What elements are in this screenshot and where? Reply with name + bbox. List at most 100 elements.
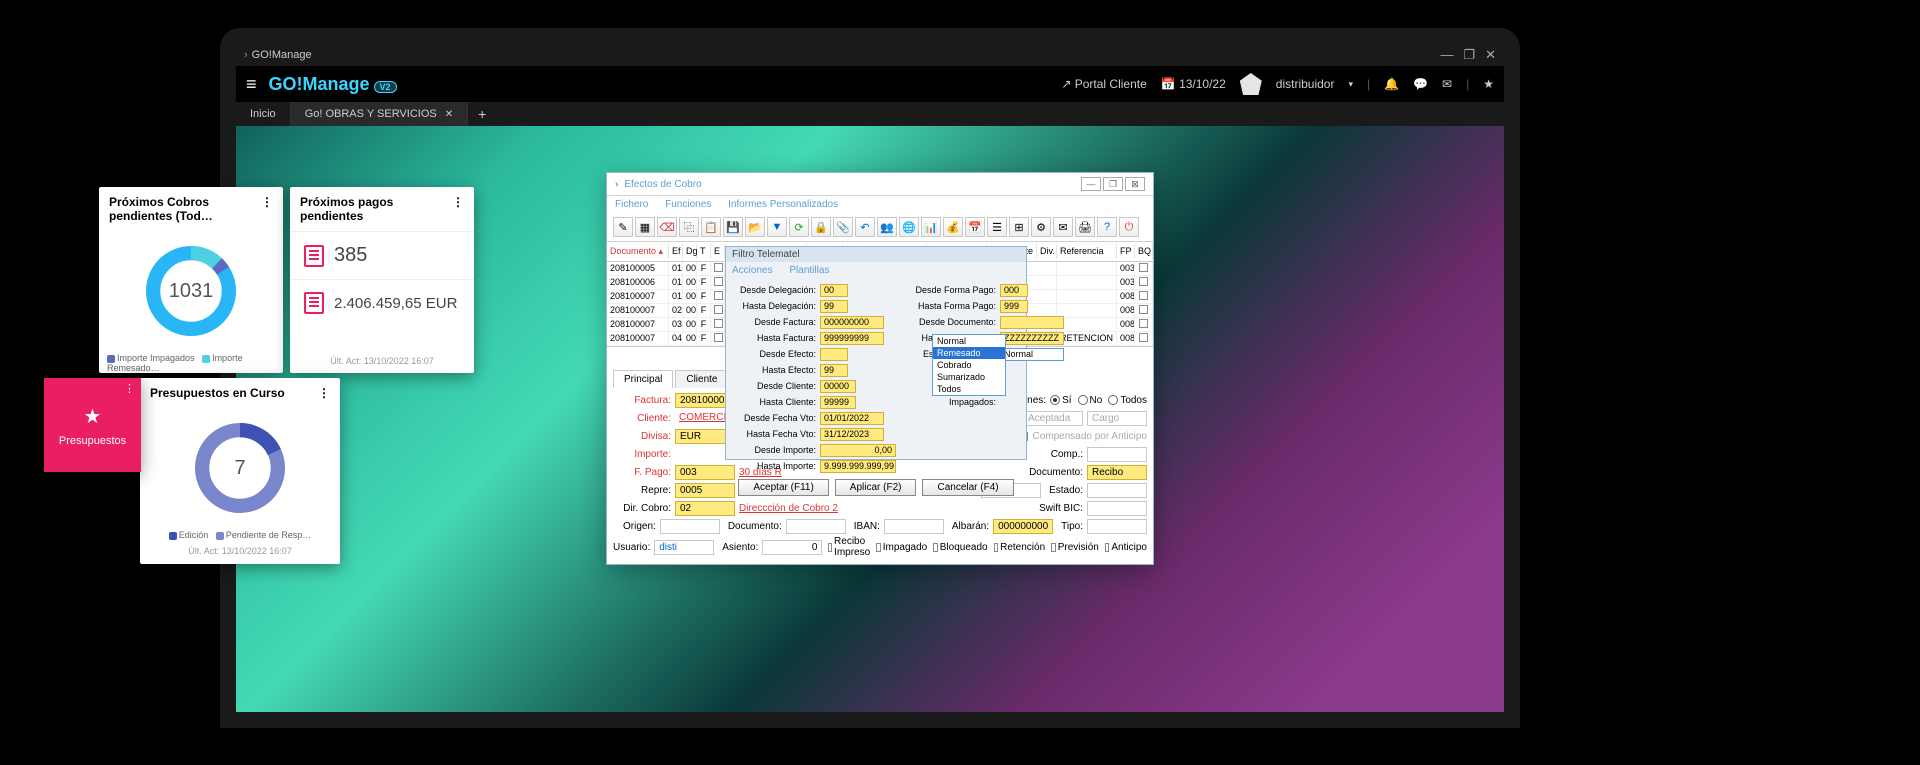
- widget-menu-icon[interactable]: ⋮: [452, 195, 464, 223]
- tile-presupuestos[interactable]: ⋮ ★ Presupuestos: [44, 378, 141, 472]
- username[interactable]: distribuidor: [1276, 77, 1335, 91]
- tab-close-icon[interactable]: ✕: [445, 109, 453, 120]
- menu-informes[interactable]: Informes Personalizados: [728, 199, 838, 210]
- field-comp[interactable]: [1087, 447, 1147, 462]
- lock-icon[interactable]: 🔒: [811, 217, 831, 237]
- field-documento2[interactable]: [786, 519, 846, 534]
- field-tipo[interactable]: [1087, 519, 1147, 534]
- col-referencia[interactable]: Referencia: [1057, 244, 1117, 259]
- date-display[interactable]: 📅 13/10/22: [1161, 77, 1226, 91]
- in-hasta-imp[interactable]: 9.999.999.999,99: [820, 460, 896, 473]
- chk-anticipo[interactable]: [1105, 543, 1110, 552]
- col-documento[interactable]: Documento ▴: [607, 244, 669, 259]
- refresh-icon[interactable]: ⟳: [789, 217, 809, 237]
- calendar-icon[interactable]: 📅: [965, 217, 985, 237]
- in-desde-imp[interactable]: 0,00: [820, 444, 896, 457]
- modal-close-icon[interactable]: ⊠: [1125, 177, 1145, 191]
- tab-cliente[interactable]: Cliente: [675, 370, 728, 388]
- field-dircobro-code[interactable]: 02: [675, 501, 735, 516]
- save-icon[interactable]: 💾: [723, 217, 743, 237]
- field-dircobro-name[interactable]: Direccción de Cobro 2: [739, 503, 838, 514]
- chk-bloqueado[interactable]: [933, 543, 938, 552]
- restore-icon[interactable]: ❐: [1463, 47, 1475, 63]
- field-origen[interactable]: [660, 519, 720, 534]
- open-icon[interactable]: 📂: [745, 217, 765, 237]
- in-hasta-fact[interactable]: 999999999: [820, 332, 884, 345]
- in-hasta-efecto[interactable]: 99: [820, 364, 848, 377]
- modal-minimize-icon[interactable]: —: [1081, 177, 1101, 191]
- bell-icon[interactable]: 🔔: [1384, 77, 1399, 91]
- widget-menu-icon[interactable]: ⋮: [318, 386, 330, 400]
- attach-icon[interactable]: 📎: [833, 217, 853, 237]
- filter-tab-plantillas[interactable]: Plantillas: [789, 265, 829, 276]
- field-asiento[interactable]: 0: [762, 540, 822, 555]
- close-icon[interactable]: ✕: [1485, 47, 1496, 63]
- in-hasta-doc[interactable]: ZZZZZZZZZZ: [1000, 332, 1064, 345]
- radio-no[interactable]: [1078, 395, 1088, 405]
- new-icon[interactable]: ▦: [635, 217, 655, 237]
- field-usuario[interactable]: disti: [654, 540, 714, 555]
- estado-option[interactable]: Cobrado: [933, 359, 1005, 371]
- edit-icon[interactable]: ✎: [613, 217, 633, 237]
- chk-impagado[interactable]: [876, 543, 881, 552]
- filter-icon[interactable]: ▼: [767, 217, 787, 237]
- btn-aceptar[interactable]: Aceptar (F11): [738, 479, 828, 496]
- tab-principal[interactable]: Principal: [613, 370, 673, 388]
- in-desde-fact[interactable]: 000000000: [820, 316, 884, 329]
- tile-menu-icon[interactable]: ⋮: [124, 382, 135, 395]
- tab-home[interactable]: Inicio: [236, 102, 291, 126]
- menu-fichero[interactable]: Fichero: [615, 199, 648, 210]
- col-e[interactable]: E: [711, 244, 725, 259]
- paste-icon[interactable]: 📋: [701, 217, 721, 237]
- copy-icon[interactable]: ⿻: [679, 217, 699, 237]
- exit-icon[interactable]: ⏻: [1119, 217, 1139, 237]
- in-desde-efecto[interactable]: [820, 348, 848, 361]
- list-icon[interactable]: ☰: [987, 217, 1007, 237]
- delete-icon[interactable]: ⌫: [657, 217, 677, 237]
- in-hasta-fp[interactable]: 999: [1000, 300, 1028, 313]
- field-documento3[interactable]: Recibo: [1087, 465, 1147, 480]
- tab-add-icon[interactable]: +: [468, 106, 496, 122]
- grid-icon[interactable]: ⊞: [1009, 217, 1029, 237]
- widget-menu-icon[interactable]: ⋮: [261, 195, 273, 223]
- menu-funciones[interactable]: Funciones: [665, 199, 711, 210]
- btn-cancelar[interactable]: Cancelar (F4): [922, 479, 1013, 496]
- in-hasta-cli[interactable]: 99999: [820, 396, 856, 409]
- sel-estado[interactable]: Normal: [1000, 348, 1064, 361]
- print-icon[interactable]: 🖨: [1075, 217, 1095, 237]
- estado-option[interactable]: Todos: [933, 383, 1005, 395]
- gear-icon[interactable]: ⚙: [1031, 217, 1051, 237]
- estado-option[interactable]: Remesado: [933, 347, 1005, 359]
- field-cargo[interactable]: Cargo: [1087, 411, 1147, 426]
- chevron-down-icon[interactable]: ▾: [1348, 79, 1353, 90]
- col-ef[interactable]: Ef: [669, 244, 683, 259]
- estado-option[interactable]: Normal: [933, 335, 1005, 347]
- star-icon[interactable]: ★: [1483, 77, 1494, 91]
- field-estado2[interactable]: [1087, 483, 1147, 498]
- in-desde-doc[interactable]: [1000, 316, 1064, 329]
- chart-icon[interactable]: 📊: [921, 217, 941, 237]
- col-fp[interactable]: FP: [1117, 244, 1135, 259]
- field-swift[interactable]: [1087, 501, 1147, 516]
- in-hasta-deleg[interactable]: 99: [820, 300, 848, 313]
- btn-aplicar[interactable]: Aplicar (F2): [835, 479, 917, 496]
- field-albaran[interactable]: 000000000: [993, 519, 1053, 534]
- chat-icon[interactable]: 💬: [1413, 77, 1428, 91]
- in-desde-deleg[interactable]: 00: [820, 284, 848, 297]
- help-icon[interactable]: ?: [1097, 217, 1117, 237]
- users-icon[interactable]: 👥: [877, 217, 897, 237]
- in-desde-fvto[interactable]: 01/01/2022: [820, 412, 884, 425]
- radio-todos[interactable]: [1108, 395, 1118, 405]
- tab-obras[interactable]: Go! OBRAS Y SERVICIOS✕: [291, 102, 468, 126]
- portal-link[interactable]: ↗ Portal Cliente: [1061, 77, 1146, 91]
- minimize-icon[interactable]: —: [1440, 47, 1453, 63]
- undo-icon[interactable]: ↶: [855, 217, 875, 237]
- col-t[interactable]: T: [697, 244, 711, 259]
- field-iban[interactable]: [884, 519, 944, 534]
- in-hasta-fvto[interactable]: 31/12/2023: [820, 428, 884, 441]
- chk-retencion[interactable]: [994, 543, 999, 552]
- in-desde-cli[interactable]: 00000: [820, 380, 856, 393]
- estado-option[interactable]: Sumarizado: [933, 371, 1005, 383]
- in-desde-fp[interactable]: 000: [1000, 284, 1028, 297]
- mail-icon[interactable]: ✉: [1053, 217, 1073, 237]
